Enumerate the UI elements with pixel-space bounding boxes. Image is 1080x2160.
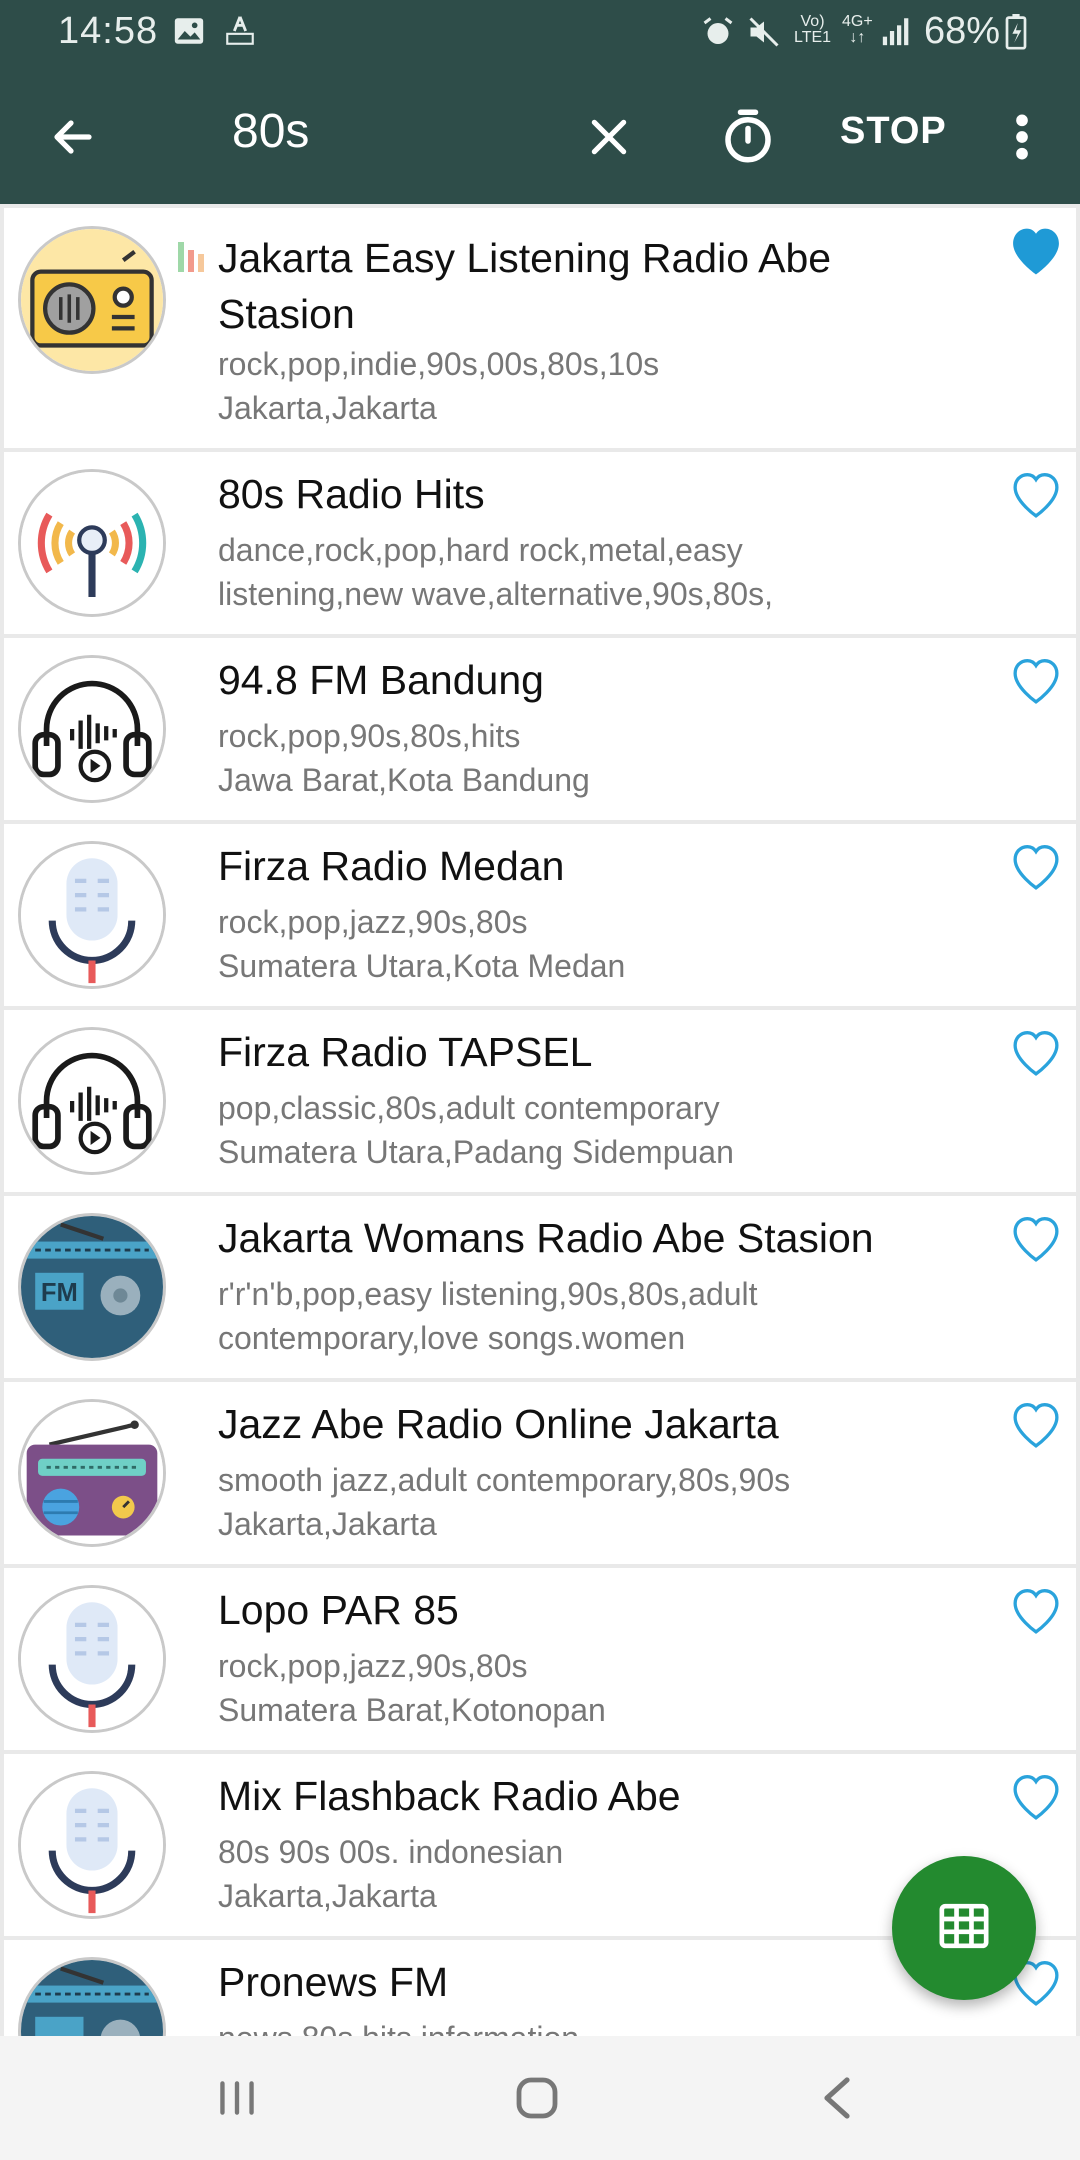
stop-button[interactable]: STOP <box>840 110 947 153</box>
station-genres: rock,pop,90s,80s,hits <box>218 718 521 754</box>
microphone-icon <box>18 1585 166 1733</box>
station-location: Sumatera Barat,Kotonopan <box>218 1692 606 1728</box>
favorite-filled-heart-icon[interactable] <box>996 214 1076 284</box>
favorite-outline-heart-icon[interactable] <box>996 1574 1076 1644</box>
home-icon[interactable] <box>492 2058 582 2138</box>
battery-percent: 68% <box>924 10 1001 52</box>
station-location: Sumatera Utara,Padang Sidempuan <box>218 1134 734 1170</box>
station-title-line: Jakarta Easy Listening Radio Abe <box>218 235 832 281</box>
station-location: Jakarta,Jakarta <box>218 1878 437 1914</box>
vintage-radio-icon <box>18 226 166 374</box>
station-title: Firza Radio Medan <box>218 843 565 889</box>
station-location: listening,new wave,alternative,90s,80s, <box>218 576 773 612</box>
now-playing-equalizer-icon <box>176 238 210 272</box>
station-location: Sumatera Utara,Kota Medan <box>218 948 626 984</box>
microphone-icon <box>18 1771 166 1919</box>
station-title: Jazz Abe Radio Online Jakarta <box>218 1401 779 1447</box>
grid-view-button[interactable] <box>892 1856 1036 2000</box>
station-card-948-fm-bandung[interactable]: 94.8 FM Bandung rock,pop,90s,80s,hits Ja… <box>4 638 1076 820</box>
search-query[interactable]: 80s <box>232 104 309 159</box>
gallery-icon <box>172 14 206 48</box>
station-genres: rock,pop,indie,90s,00s,80s,10s <box>218 346 660 382</box>
station-genres: pop,classic,80s,adult contemporary <box>218 1090 720 1126</box>
recents-icon[interactable] <box>192 2058 282 2138</box>
station-genres: dance,rock,pop,hard rock,metal,easy <box>218 532 743 568</box>
station-card-jakarta-womans-radio[interactable]: FM Jakarta Womans Radio Abe Stasion r'r'… <box>4 1196 1076 1378</box>
fm-radio-icon <box>18 1957 166 2036</box>
station-title: Pronews FM <box>218 1959 449 2005</box>
grid-icon <box>936 1898 992 1959</box>
station-genres: rock,pop,jazz,90s,80s <box>218 904 528 940</box>
station-card-firza-radio-tapsel[interactable]: Firza Radio TAPSEL pop,classic,80s,adult… <box>4 1010 1076 1192</box>
headphones-icon <box>18 1027 166 1175</box>
station-location: Jakarta,Jakarta <box>218 390 437 426</box>
station-genres: news,80s,hits,information <box>218 2016 966 2036</box>
4g-icon: 4G+ ↓↑ <box>842 13 873 46</box>
status-bar: 14:58 Vo) LTE1 4G+ ↓↑ 68% <box>0 0 1080 66</box>
app-toolbar: 80s STOP <box>0 66 1080 204</box>
alarm-icon <box>700 14 736 50</box>
station-card-jakarta-easy-listening[interactable]: Jakarta Easy Listening Radio Abe Stasion… <box>4 208 1076 448</box>
system-nav-bar <box>0 2036 1080 2160</box>
station-title: Firza Radio TAPSEL <box>218 1029 593 1075</box>
favorite-outline-heart-icon[interactable] <box>996 1202 1076 1272</box>
station-genres: 80s 90s 00s. indonesian <box>218 1834 564 1870</box>
mute-icon <box>746 14 782 50</box>
back-arrow-icon[interactable] <box>36 100 110 174</box>
fm-radio-icon: FM <box>18 1213 166 1361</box>
station-title: 80s Radio Hits <box>218 471 485 517</box>
station-title: Mix Flashback Radio Abe <box>218 1773 681 1819</box>
station-genres: rock,pop,jazz,90s,80s <box>218 1648 528 1684</box>
station-location: contemporary,love songs.women <box>218 1320 686 1356</box>
station-title: Jakarta Easy Listening Radio Abe Stasion <box>218 230 946 342</box>
station-list: Jakarta Easy Listening Radio Abe Stasion… <box>0 204 1080 2036</box>
volte-icon: Vo) LTE1 <box>794 13 832 46</box>
favorite-outline-heart-icon[interactable] <box>996 1760 1076 1830</box>
on-air-icon <box>222 14 258 48</box>
station-genres: smooth jazz,adult contemporary,80s,90s <box>218 1462 791 1498</box>
station-title: Jakarta Womans Radio Abe Stasion <box>218 1215 874 1261</box>
station-card-jazz-abe-radio[interactable]: Jazz Abe Radio Online Jakarta smooth jaz… <box>4 1382 1076 1564</box>
signal-icon <box>880 14 914 48</box>
more-vert-icon[interactable] <box>1000 100 1044 174</box>
station-title: Lopo PAR 85 <box>218 1587 459 1633</box>
timer-icon[interactable] <box>708 96 788 176</box>
favorite-outline-heart-icon[interactable] <box>996 644 1076 714</box>
microphone-icon <box>18 841 166 989</box>
broadcast-antenna-icon <box>18 469 166 617</box>
station-location: Jakarta,Jakarta <box>218 1506 437 1542</box>
back-icon[interactable] <box>792 2058 882 2138</box>
favorite-outline-heart-icon[interactable] <box>996 830 1076 900</box>
station-location: Jawa Barat,Kota Bandung <box>218 762 590 798</box>
station-card-firza-radio-medan[interactable]: Firza Radio Medan rock,pop,jazz,90s,80s … <box>4 824 1076 1006</box>
station-card-lopo-par-85[interactable]: Lopo PAR 85 rock,pop,jazz,90s,80s Sumate… <box>4 1568 1076 1750</box>
battery-charging-icon <box>1004 14 1028 50</box>
station-title-line: Stasion <box>218 291 355 337</box>
favorite-outline-heart-icon[interactable] <box>996 458 1076 528</box>
favorite-outline-heart-icon[interactable] <box>996 1016 1076 1086</box>
clock: 14:58 <box>58 10 159 52</box>
headphones-icon <box>18 655 166 803</box>
svg-text:FM: FM <box>41 1279 78 1307</box>
station-title: 94.8 FM Bandung <box>218 657 544 703</box>
purple-radio-icon <box>18 1399 166 1547</box>
close-icon[interactable] <box>572 100 646 174</box>
favorite-outline-heart-icon[interactable] <box>996 1388 1076 1458</box>
station-card-80s-radio-hits[interactable]: 80s Radio Hits dance,rock,pop,hard rock,… <box>4 452 1076 634</box>
station-genres: r'r'n'b,pop,easy listening,90s,80s,adult <box>218 1276 758 1312</box>
